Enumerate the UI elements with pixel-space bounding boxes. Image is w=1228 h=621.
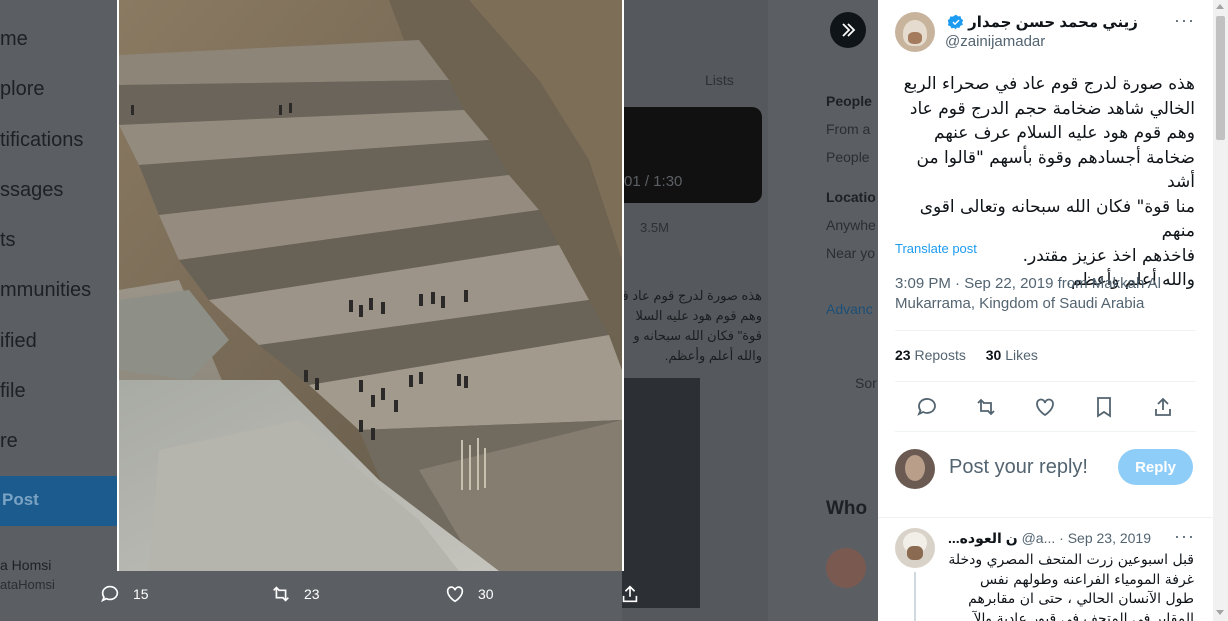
nav-more: re: [0, 430, 18, 452]
scroll-down-arrow-icon[interactable]: [1216, 610, 1224, 615]
reply-input[interactable]: Post your reply!: [949, 456, 1088, 479]
reposts-stat[interactable]: 23 Reposts: [895, 347, 966, 363]
tweet-photo[interactable]: [117, 0, 624, 571]
divider: [895, 330, 1196, 331]
engagement-counts: 23 Reposts 30 Likes: [895, 347, 1038, 363]
double-chevron-right-icon: [842, 23, 856, 37]
likes-count: 30: [985, 347, 1002, 363]
verified-badge-icon: [948, 14, 964, 30]
like-count: 30: [478, 586, 494, 602]
bg-who-to-follow: Who: [826, 498, 868, 519]
reply-button[interactable]: Reply: [1118, 449, 1193, 485]
reposts-label: Reposts: [914, 347, 966, 363]
share-action[interactable]: [619, 583, 653, 605]
author-name-text: زيني محمد حسن جمدار: [968, 14, 1138, 31]
nav-profile: file: [0, 380, 26, 402]
bg-location-heading: Locatio: [826, 189, 876, 205]
bg-video: 01 / 1:30: [622, 107, 762, 203]
bg-tweet-preview: هذه صورة لدرج قوم عاد في وهم قوم هود علي…: [622, 286, 762, 366]
translate-post-link[interactable]: Translate post: [895, 241, 977, 256]
author-handle[interactable]: @zainijamadar: [945, 33, 1045, 50]
nav-communities: mmunities: [0, 279, 92, 301]
comment-text: قبل اسبوعين زرت المتحف المصري ودخلة غرفة…: [948, 552, 1194, 621]
heart-icon: [446, 586, 464, 603]
divider: [895, 381, 1196, 382]
bg-post-label: Post: [2, 490, 39, 509]
bg-people-heading: People: [826, 93, 872, 109]
like-action[interactable]: 30: [444, 583, 494, 605]
bg-preview-line: وهم قوم هود عليه السلا: [635, 308, 762, 323]
reply-user-avatar: [895, 449, 935, 489]
nav-verified: ified: [0, 330, 37, 352]
bg-location-2: Near yo: [826, 245, 876, 261]
collapse-panel-button[interactable]: [830, 12, 866, 48]
bg-people-2: People: [826, 149, 870, 165]
comment-header: ...ن العوده @a... · Sep 23, 2019: [948, 530, 1158, 547]
tweet-detail-panel: زيني محمد حسن جمدار @zainijamadar ··· هذ…: [878, 0, 1213, 621]
bg-preview-line: قوة" فكان الله سبحانه و: [633, 328, 762, 343]
author-row: زيني محمد حسن جمدار @zainijamadar: [895, 12, 1195, 54]
bg-video-time: 01 / 1:30: [624, 173, 683, 190]
bg-advanced: Advanc: [826, 301, 873, 317]
reply-icon[interactable]: [915, 395, 939, 419]
bg-lists-tab: Lists: [705, 72, 734, 88]
scroll-up-arrow-icon[interactable]: [1216, 4, 1224, 9]
tweet-text: هذه صورة لدرج قوم عاد في صحراء الربع الخ…: [903, 74, 1195, 290]
stairs-image: [119, 0, 622, 571]
thread-line: [914, 572, 916, 621]
nav-notifications: tifications: [0, 129, 84, 151]
nav-lists: ts: [0, 229, 16, 251]
media-action-bar: 15 23 30: [0, 571, 878, 621]
divider: [878, 517, 1213, 518]
bg-sort: Sor: [855, 375, 877, 391]
reply-action[interactable]: 15: [99, 583, 149, 605]
reply-icon: [101, 585, 119, 603]
bg-people-1: From a: [826, 121, 871, 137]
likes-stat[interactable]: 30 Likes: [986, 347, 1038, 363]
bg-location-1: Anywhe: [826, 217, 876, 233]
bookmark-icon[interactable]: [1092, 395, 1116, 419]
heart-icon[interactable]: [1033, 395, 1057, 419]
comment-avatar[interactable]: [895, 528, 935, 568]
scrollbar-thumb[interactable]: [1216, 16, 1225, 140]
repost-icon[interactable]: [974, 395, 998, 419]
repost-action[interactable]: 23: [270, 583, 320, 605]
comment-date[interactable]: · Sep 23, 2019: [1059, 530, 1151, 546]
repost-icon: [273, 586, 289, 602]
likes-label: Likes: [1005, 347, 1038, 363]
more-options-icon[interactable]: ···: [1174, 10, 1195, 31]
comment-more-icon[interactable]: ···: [1174, 526, 1195, 547]
divider: [895, 431, 1196, 432]
bg-preview-line: والله أعلم وأعظم.: [664, 348, 762, 363]
nav-messages: ssages: [0, 179, 64, 201]
bg-preview-line: هذه صورة لدرج قوم عاد في: [622, 288, 762, 303]
share-icon: [622, 585, 638, 603]
author-name[interactable]: زيني محمد حسن جمدار: [945, 13, 1138, 31]
comment-author-name[interactable]: ...ن العوده: [948, 530, 1018, 546]
share-icon[interactable]: [1151, 395, 1175, 419]
nav-explore: plore: [0, 78, 45, 100]
tweet-meta[interactable]: 3:09 PM · Sep 22, 2019 from Makkah Al Mu…: [895, 274, 1195, 314]
reposts-count: 23: [895, 347, 911, 363]
bg-views: 3.5M: [640, 220, 669, 235]
reply-count: 15: [133, 586, 149, 602]
author-avatar[interactable]: [895, 12, 935, 52]
nav-home: me: [0, 28, 28, 50]
repost-count: 23: [304, 586, 320, 602]
comment-author-handle[interactable]: @a...: [1022, 530, 1056, 546]
scrollbar[interactable]: [1213, 0, 1228, 621]
